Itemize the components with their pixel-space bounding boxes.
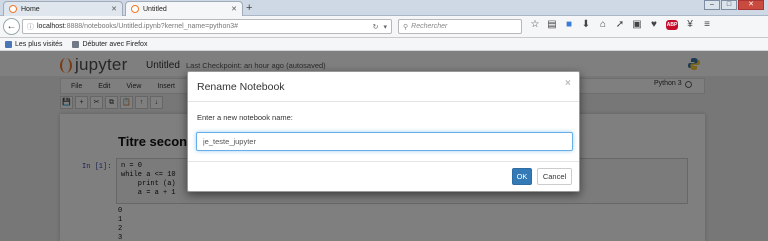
home-icon[interactable]: ⌂ bbox=[598, 19, 608, 30]
search-placeholder: Rechercher bbox=[411, 23, 448, 30]
cancel-button[interactable]: Cancel bbox=[537, 168, 572, 185]
url-path: :8888/notebooks/Untitled.ipynb?kernel_na… bbox=[64, 23, 239, 30]
tab-close-icon[interactable]: ✕ bbox=[111, 5, 117, 13]
back-button[interactable]: ← bbox=[3, 18, 20, 35]
new-tab-button[interactable]: + bbox=[246, 2, 252, 14]
reading-list-icon[interactable]: ▤ bbox=[547, 19, 557, 30]
dialog-title: Rename Notebook bbox=[197, 81, 285, 93]
search-bar[interactable]: ⚲ Rechercher bbox=[398, 19, 522, 34]
bookmark-getting-started[interactable]: Débuter avec Firefox bbox=[72, 40, 148, 48]
adblock-icon[interactable]: ABP bbox=[666, 19, 678, 30]
url-bar[interactable]: ⓘ localhost:8888/notebooks/Untitled.ipyn… bbox=[22, 19, 392, 34]
tab-label: Home bbox=[21, 5, 40, 13]
menu-icon[interactable]: ≡ bbox=[702, 19, 712, 30]
bookmark-label: Débuter avec Firefox bbox=[82, 40, 148, 48]
jupyter-favicon-icon bbox=[9, 5, 17, 13]
bookmark-most-visited[interactable]: Les plus visités bbox=[5, 40, 63, 48]
sync-icon[interactable]: ■ bbox=[564, 19, 574, 30]
download-icon[interactable]: ⬇ bbox=[581, 19, 591, 30]
url-host: localhost bbox=[37, 23, 65, 30]
search-icon: ⚲ bbox=[403, 23, 409, 31]
tab-untitled[interactable]: Untitled ✕ bbox=[125, 1, 243, 16]
screenshot-icon[interactable]: ▣ bbox=[632, 19, 642, 30]
dialog-label: Enter a new notebook name: bbox=[197, 113, 293, 122]
info-icon[interactable]: ⓘ bbox=[27, 22, 34, 32]
bookmark-folder-icon bbox=[5, 40, 12, 48]
tab-label: Untitled bbox=[143, 5, 167, 13]
ok-button[interactable]: OK bbox=[512, 168, 532, 185]
gear-icon bbox=[72, 40, 80, 48]
notebook-name-input[interactable] bbox=[196, 132, 573, 151]
pocket-icon[interactable]: ♥ bbox=[649, 19, 659, 30]
rename-notebook-dialog: Rename Notebook × Enter a new notebook n… bbox=[187, 71, 580, 192]
tab-close-icon[interactable]: ✕ bbox=[231, 5, 237, 13]
window-controls: – □ ✕ bbox=[704, 0, 764, 10]
jupyter-favicon-icon bbox=[131, 5, 139, 13]
browser-toolbar-icons: ☆ ▤ ■ ⬇ ⌂ ➚ ▣ ♥ ABP ¥ ≡ bbox=[530, 19, 712, 30]
bookmarks-bar: Les plus visités Débuter avec Firefox bbox=[0, 38, 768, 51]
dropdown-icon[interactable]: ▾ bbox=[383, 23, 387, 31]
tab-home[interactable]: Home ✕ bbox=[3, 1, 123, 16]
dialog-footer-divider bbox=[188, 161, 579, 162]
bookmark-star-icon[interactable]: ☆ bbox=[530, 19, 540, 30]
maximize-icon[interactable]: □ bbox=[721, 0, 737, 10]
bookmark-label: Les plus visités bbox=[15, 40, 63, 48]
close-window-icon[interactable]: ✕ bbox=[738, 0, 764, 10]
minimize-icon[interactable]: – bbox=[704, 0, 720, 10]
extension-icon[interactable]: ¥ bbox=[685, 19, 695, 30]
send-tab-icon[interactable]: ➚ bbox=[615, 19, 625, 30]
reload-icon[interactable]: ↻ bbox=[373, 23, 379, 31]
close-icon[interactable]: × bbox=[565, 78, 571, 89]
